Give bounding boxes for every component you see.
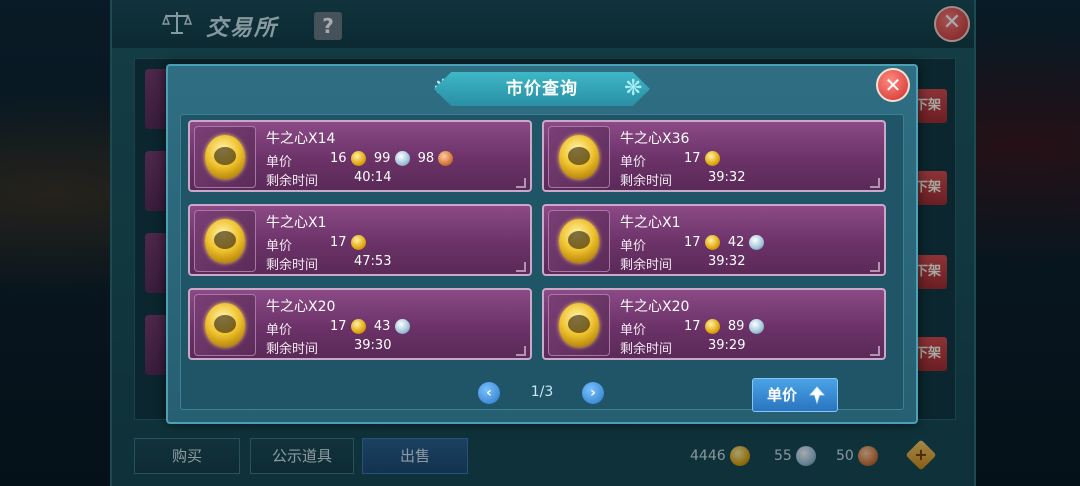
sort-button-label: 单价 [767, 386, 798, 404]
price-gold: 17 [684, 151, 720, 166]
silver-coin-icon [748, 235, 764, 250]
copper-coin-icon [438, 151, 454, 166]
market-price-dialog: ❋ 市价查询 ❋ ✕ 牛之心X14 单价 16 99 98 剩余时间 40:14… [166, 64, 918, 424]
item-slot [194, 210, 256, 272]
item-name: 牛之心X20 [266, 299, 336, 315]
price-label: 单价 [266, 323, 293, 338]
gold-amount: 17 [330, 319, 347, 334]
item-name: 牛之心X1 [620, 215, 681, 231]
remaining-time: 39:32 [708, 170, 746, 185]
sort-by-unit-price-button[interactable]: 单价 [752, 378, 838, 412]
listing-card[interactable]: 牛之心X20 单价 17 43 剩余时间 39:30 [188, 288, 532, 360]
price-label: 单价 [620, 323, 647, 338]
price-gold: 17 42 [684, 235, 764, 250]
price-label: 单价 [266, 239, 293, 254]
listing-card[interactable]: 牛之心X1 单价 17 42 剩余时间 39:32 [542, 204, 886, 276]
remaining-time: 39:30 [354, 338, 392, 353]
price-gold: 17 43 [330, 319, 410, 334]
time-label: 剩余时间 [266, 174, 319, 189]
price-gold: 16 99 98 [330, 151, 454, 166]
listing-card[interactable]: 牛之心X36 单价 17 剩余时间 39:32 [542, 120, 886, 192]
sort-arrow-icon [809, 386, 825, 404]
ox-heart-icon [559, 219, 599, 263]
item-slot [548, 210, 610, 272]
listing-card[interactable]: 牛之心X20 单价 17 89 剩余时间 39:29 [542, 288, 886, 360]
next-page-button[interactable]: › [582, 382, 604, 404]
price-label: 单价 [620, 239, 647, 254]
corner-ornament-icon [870, 262, 880, 272]
close-button[interactable]: ✕ [876, 68, 910, 102]
gold-coin-icon [704, 151, 720, 166]
gold-amount: 17 [684, 319, 701, 334]
gold-amount: 17 [330, 235, 347, 250]
item-name: 牛之心X1 [266, 215, 327, 231]
corner-ornament-icon [870, 346, 880, 356]
gold-amount: 17 [684, 151, 701, 166]
listing-card[interactable]: 牛之心X1 单价 17 剩余时间 47:53 [188, 204, 532, 276]
time-label: 剩余时间 [620, 342, 673, 357]
ox-heart-icon [205, 219, 245, 263]
swirl-ornament-icon: ❋ [624, 76, 643, 101]
silver-amount: 43 [373, 319, 391, 334]
item-slot [548, 294, 610, 356]
ox-heart-icon [559, 303, 599, 347]
gold-amount: 16 [330, 151, 347, 166]
silver-amount: 89 [727, 319, 745, 334]
remaining-time: 40:14 [354, 170, 392, 185]
gold-coin-icon [704, 235, 720, 250]
page-indicator: 1/3 [530, 384, 554, 400]
price-gold: 17 [330, 235, 366, 250]
silver-coin-icon [394, 319, 410, 334]
corner-ornament-icon [516, 346, 526, 356]
corner-ornament-icon [516, 262, 526, 272]
price-gold: 17 89 [684, 319, 764, 334]
price-label: 单价 [620, 155, 647, 170]
gold-coin-icon [704, 319, 720, 334]
corner-ornament-icon [870, 178, 880, 188]
gold-amount: 17 [684, 235, 701, 250]
prev-page-button[interactable]: ‹ [478, 382, 500, 404]
remaining-time: 39:29 [708, 338, 746, 353]
ox-heart-icon [205, 303, 245, 347]
gold-coin-icon [350, 151, 366, 166]
gold-coin-icon [350, 319, 366, 334]
item-name: 牛之心X20 [620, 299, 690, 315]
time-label: 剩余时间 [620, 258, 673, 273]
silver-coin-icon [394, 151, 410, 166]
time-label: 剩余时间 [266, 342, 319, 357]
silver-coin-icon [748, 319, 764, 334]
item-slot [194, 294, 256, 356]
corner-ornament-icon [516, 178, 526, 188]
remaining-time: 47:53 [354, 254, 392, 269]
copper-amount: 98 [417, 151, 435, 166]
ox-heart-icon [205, 135, 245, 179]
listing-card[interactable]: 牛之心X14 单价 16 99 98 剩余时间 40:14 [188, 120, 532, 192]
time-label: 剩余时间 [266, 258, 319, 273]
time-label: 剩余时间 [620, 174, 673, 189]
item-name: 牛之心X36 [620, 131, 690, 147]
silver-amount: 42 [727, 235, 745, 250]
dialog-title-banner: 市价查询 [434, 72, 650, 106]
item-slot [548, 126, 610, 188]
ox-heart-icon [559, 135, 599, 179]
item-slot [194, 126, 256, 188]
item-name: 牛之心X14 [266, 131, 336, 147]
remaining-time: 39:32 [708, 254, 746, 269]
dialog-title: 市价查询 [506, 79, 578, 99]
price-label: 单价 [266, 155, 293, 170]
gold-coin-icon [350, 235, 366, 250]
silver-amount: 99 [373, 151, 391, 166]
